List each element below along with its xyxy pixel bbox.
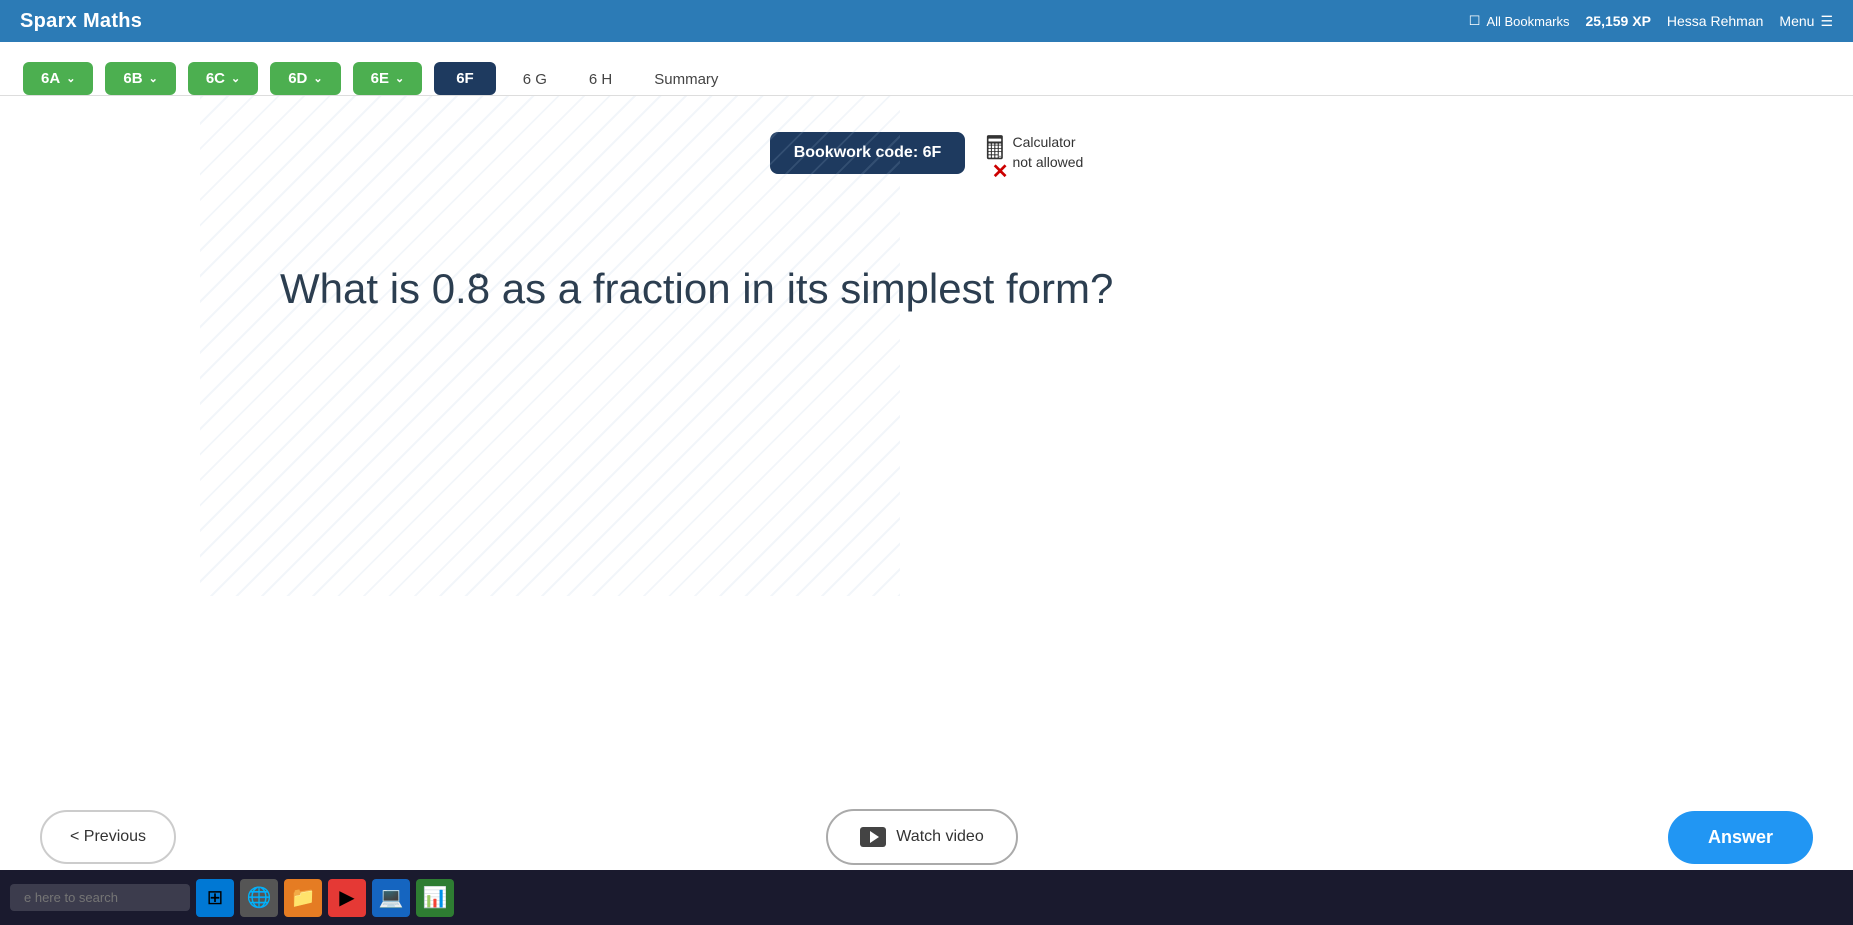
main-content: Bookwork code: 6F 🖩 ✕ Calculator not all… (0, 96, 1853, 916)
taskbar-icon-5[interactable]: 📊 (416, 879, 454, 917)
top-right-area: ☐ All Bookmarks 25,159 XP Hessa Rehman M… (1469, 13, 1833, 30)
taskbar-icon-4[interactable]: 💻 (372, 879, 410, 917)
menu-button[interactable]: Menu ☰ (1779, 13, 1833, 30)
calculator-line1: Calculator (1012, 133, 1083, 153)
chevron-down-icon: ⌄ (395, 72, 404, 85)
x-icon: ✕ (992, 162, 1009, 182)
previous-label: < Previous (70, 828, 146, 846)
question-text-after: as a fraction in its simplest form? (490, 265, 1113, 312)
app-title: Sparx Maths (20, 10, 142, 33)
tab-6H[interactable]: 6 H (571, 63, 630, 96)
bookmark-button[interactable]: ☐ All Bookmarks (1469, 13, 1570, 29)
menu-label: Menu (1779, 13, 1814, 29)
hamburger-icon: ☰ (1820, 13, 1833, 30)
tab-6G[interactable]: 6 G (505, 63, 565, 96)
calculator-line2: not allowed (1012, 153, 1083, 173)
tab-6E[interactable]: 6E ⌄ (353, 62, 423, 95)
taskbar-icon-2[interactable]: 📁 (284, 879, 322, 917)
top-bar: Sparx Maths ☐ All Bookmarks 25,159 XP He… (0, 0, 1853, 42)
chevron-down-icon: ⌄ (149, 72, 158, 85)
chevron-down-icon: ⌄ (313, 72, 322, 85)
bookmark-icon: ☐ (1469, 13, 1481, 29)
taskbar: ⊞ 🌐 📁 ▶ 💻 📊 (0, 870, 1853, 925)
bookmark-label: All Bookmarks (1486, 14, 1569, 29)
bottom-nav: < Previous Watch video Answer (0, 809, 1853, 865)
question-text: What is 0.8 as a fraction in its simples… (280, 260, 1653, 319)
nav-tabs: 6A ⌄ 6B ⌄ 6C ⌄ 6D ⌄ 6E ⌄ 6F 6 G 6 H Summ… (0, 52, 1853, 95)
tab-6F[interactable]: 6F (434, 62, 496, 95)
question-text-before: What is 0. (280, 265, 467, 312)
play-triangle-icon (870, 831, 879, 843)
bookwork-badge: Bookwork code: 6F (770, 132, 966, 174)
answer-label: Answer (1708, 827, 1773, 847)
user-name: Hessa Rehman (1667, 13, 1764, 29)
tab-6C[interactable]: 6C ⌄ (188, 62, 258, 95)
watch-video-label: Watch video (896, 828, 983, 846)
recurring-digit: 8 (467, 260, 490, 319)
taskbar-windows-icon[interactable]: ⊞ (196, 879, 234, 917)
tab-6A[interactable]: 6A ⌄ (23, 62, 93, 95)
chevron-down-icon: ⌄ (66, 72, 75, 85)
tab-6D[interactable]: 6D ⌄ (270, 62, 340, 95)
calculator-notice: 🖩 ✕ Calculator not allowed (985, 126, 1083, 180)
taskbar-icon-3[interactable]: ▶ (328, 879, 366, 917)
taskbar-search-input[interactable] (10, 884, 190, 911)
tab-6B[interactable]: 6B ⌄ (105, 62, 175, 95)
chevron-down-icon: ⌄ (231, 72, 240, 85)
bookwork-area: Bookwork code: 6F 🖩 ✕ Calculator not all… (0, 96, 1853, 200)
calculator-text: Calculator not allowed (1012, 133, 1083, 172)
previous-button[interactable]: < Previous (40, 810, 176, 864)
taskbar-icon-1[interactable]: 🌐 (240, 879, 278, 917)
watch-video-button[interactable]: Watch video (826, 809, 1017, 865)
xp-display: 25,159 XP (1586, 13, 1651, 29)
answer-button[interactable]: Answer (1668, 811, 1813, 864)
video-play-icon (860, 827, 886, 847)
tab-summary[interactable]: Summary (636, 63, 736, 96)
calculator-icon: 🖩 ✕ (985, 126, 1004, 180)
question-area: What is 0.8 as a fraction in its simples… (0, 200, 1853, 379)
